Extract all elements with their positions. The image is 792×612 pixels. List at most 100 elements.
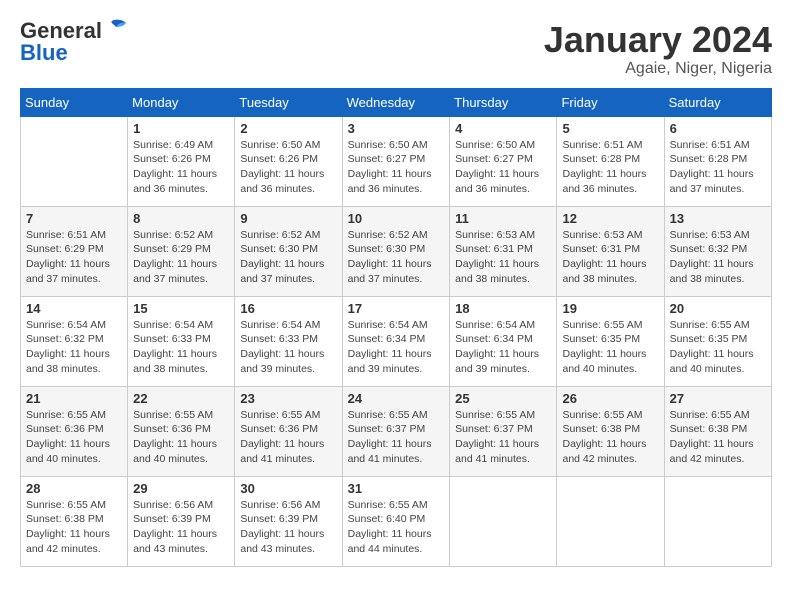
day-number: 1 [133, 121, 229, 136]
calendar-cell: 10Sunrise: 6:52 AMSunset: 6:30 PMDayligh… [342, 206, 450, 296]
day-info: Sunrise: 6:52 AMSunset: 6:30 PMDaylight:… [240, 228, 336, 287]
day-info: Sunrise: 6:55 AMSunset: 6:36 PMDaylight:… [133, 408, 229, 467]
calendar-cell: 30Sunrise: 6:56 AMSunset: 6:39 PMDayligh… [235, 476, 342, 566]
day-info: Sunrise: 6:53 AMSunset: 6:31 PMDaylight:… [455, 228, 551, 287]
calendar-week-row: 21 Sunrise: 6:55 AMSunset: 6:36 PMDayligh… [21, 386, 772, 476]
title-block: January 2024 Agaie, Niger, Nigeria [544, 20, 772, 78]
day-number: 10 [348, 211, 445, 226]
calendar-cell: 6 Sunrise: 6:51 AMSunset: 6:28 PMDaylight… [664, 116, 771, 206]
calendar-week-row: 28 Sunrise: 6:55 AMSunset: 6:38 PMDayligh… [21, 476, 772, 566]
calendar-cell: 28 Sunrise: 6:55 AMSunset: 6:38 PMDayligh… [21, 476, 128, 566]
calendar-cell: 22 Sunrise: 6:55 AMSunset: 6:36 PMDayligh… [128, 386, 235, 476]
calendar-cell [21, 116, 128, 206]
day-info: Sunrise: 6:54 AMSunset: 6:33 PMDaylight:… [133, 318, 229, 377]
day-info: Sunrise: 6:55 AMSunset: 6:37 PMDaylight:… [348, 408, 445, 467]
calendar-cell: 5 Sunrise: 6:51 AMSunset: 6:28 PMDaylight… [557, 116, 664, 206]
day-number: 3 [348, 121, 445, 136]
day-number: 31 [348, 481, 445, 496]
calendar-week-row: 7 Sunrise: 6:51 AMSunset: 6:29 PMDaylight… [21, 206, 772, 296]
day-info: Sunrise: 6:55 AMSunset: 6:40 PMDaylight:… [348, 498, 445, 557]
day-info: Sunrise: 6:56 AMSunset: 6:39 PMDaylight:… [133, 498, 229, 557]
calendar-cell: 27Sunrise: 6:55 AMSunset: 6:38 PMDayligh… [664, 386, 771, 476]
calendar-cell: 25 Sunrise: 6:55 AMSunset: 6:37 PMDayligh… [450, 386, 557, 476]
header-friday: Friday [557, 88, 664, 116]
calendar-cell: 23 Sunrise: 6:55 AMSunset: 6:36 PMDayligh… [235, 386, 342, 476]
calendar-cell: 3 Sunrise: 6:50 AMSunset: 6:27 PMDaylight… [342, 116, 450, 206]
day-number: 26 [562, 391, 658, 406]
day-number: 18 [455, 301, 551, 316]
day-info: Sunrise: 6:53 AMSunset: 6:32 PMDaylight:… [670, 228, 766, 287]
day-number: 7 [26, 211, 122, 226]
day-info: Sunrise: 6:54 AMSunset: 6:34 PMDaylight:… [455, 318, 551, 377]
day-info: Sunrise: 6:51 AMSunset: 6:29 PMDaylight:… [26, 228, 122, 287]
day-number: 23 [240, 391, 336, 406]
header-monday: Monday [128, 88, 235, 116]
day-info: Sunrise: 6:54 AMSunset: 6:34 PMDaylight:… [348, 318, 445, 377]
day-number: 4 [455, 121, 551, 136]
location-subtitle: Agaie, Niger, Nigeria [544, 60, 772, 78]
day-number: 14 [26, 301, 122, 316]
calendar-cell: 11 Sunrise: 6:53 AMSunset: 6:31 PMDayligh… [450, 206, 557, 296]
day-number: 25 [455, 391, 551, 406]
header-saturday: Saturday [664, 88, 771, 116]
logo-general-text: General [20, 20, 102, 42]
day-info: Sunrise: 6:53 AMSunset: 6:31 PMDaylight:… [562, 228, 658, 287]
day-info: Sunrise: 6:55 AMSunset: 6:35 PMDaylight:… [562, 318, 658, 377]
calendar-cell: 20Sunrise: 6:55 AMSunset: 6:35 PMDayligh… [664, 296, 771, 386]
day-info: Sunrise: 6:51 AMSunset: 6:28 PMDaylight:… [670, 138, 766, 197]
day-number: 2 [240, 121, 336, 136]
day-info: Sunrise: 6:55 AMSunset: 6:37 PMDaylight:… [455, 408, 551, 467]
header-wednesday: Wednesday [342, 88, 450, 116]
day-number: 29 [133, 481, 229, 496]
calendar-cell: 31 Sunrise: 6:55 AMSunset: 6:40 PMDayligh… [342, 476, 450, 566]
calendar-week-row: 1 Sunrise: 6:49 AMSunset: 6:26 PMDaylight… [21, 116, 772, 206]
header-tuesday: Tuesday [235, 88, 342, 116]
calendar-cell: 12Sunrise: 6:53 AMSunset: 6:31 PMDayligh… [557, 206, 664, 296]
day-info: Sunrise: 6:55 AMSunset: 6:36 PMDaylight:… [240, 408, 336, 467]
day-info: Sunrise: 6:54 AMSunset: 6:32 PMDaylight:… [26, 318, 122, 377]
calendar-cell: 17Sunrise: 6:54 AMSunset: 6:34 PMDayligh… [342, 296, 450, 386]
logo: General Blue [20, 20, 128, 64]
day-number: 22 [133, 391, 229, 406]
header-thursday: Thursday [450, 88, 557, 116]
day-info: Sunrise: 6:52 AMSunset: 6:29 PMDaylight:… [133, 228, 229, 287]
calendar-cell: 21 Sunrise: 6:55 AMSunset: 6:36 PMDayligh… [21, 386, 128, 476]
day-number: 27 [670, 391, 766, 406]
calendar-cell: 2Sunrise: 6:50 AMSunset: 6:26 PMDaylight… [235, 116, 342, 206]
day-number: 30 [240, 481, 336, 496]
calendar-cell: 13 Sunrise: 6:53 AMSunset: 6:32 PMDayligh… [664, 206, 771, 296]
calendar-cell: 15Sunrise: 6:54 AMSunset: 6:33 PMDayligh… [128, 296, 235, 386]
calendar-cell: 29 Sunrise: 6:56 AMSunset: 6:39 PMDayligh… [128, 476, 235, 566]
day-info: Sunrise: 6:49 AMSunset: 6:26 PMDaylight:… [133, 138, 229, 197]
day-number: 16 [240, 301, 336, 316]
calendar-cell: 7 Sunrise: 6:51 AMSunset: 6:29 PMDaylight… [21, 206, 128, 296]
calendar-cell: 16Sunrise: 6:54 AMSunset: 6:33 PMDayligh… [235, 296, 342, 386]
calendar-cell: 9 Sunrise: 6:52 AMSunset: 6:30 PMDaylight… [235, 206, 342, 296]
day-number: 21 [26, 391, 122, 406]
day-number: 5 [562, 121, 658, 136]
logo-blue-text: Blue [20, 42, 128, 64]
day-number: 6 [670, 121, 766, 136]
calendar-table: SundayMondayTuesdayWednesdayThursdayFrid… [20, 88, 772, 567]
day-info: Sunrise: 6:55 AMSunset: 6:38 PMDaylight:… [562, 408, 658, 467]
day-info: Sunrise: 6:55 AMSunset: 6:38 PMDaylight:… [26, 498, 122, 557]
day-number: 11 [455, 211, 551, 226]
day-number: 13 [670, 211, 766, 226]
day-number: 24 [348, 391, 445, 406]
calendar-cell: 19 Sunrise: 6:55 AMSunset: 6:35 PMDayligh… [557, 296, 664, 386]
day-info: Sunrise: 6:50 AMSunset: 6:27 PMDaylight:… [455, 138, 551, 197]
day-number: 19 [562, 301, 658, 316]
logo-bird-icon [104, 19, 128, 39]
day-info: Sunrise: 6:55 AMSunset: 6:36 PMDaylight:… [26, 408, 122, 467]
day-number: 28 [26, 481, 122, 496]
day-info: Sunrise: 6:50 AMSunset: 6:27 PMDaylight:… [348, 138, 445, 197]
day-info: Sunrise: 6:51 AMSunset: 6:28 PMDaylight:… [562, 138, 658, 197]
calendar-cell: 24 Sunrise: 6:55 AMSunset: 6:37 PMDayligh… [342, 386, 450, 476]
calendar-cell [450, 476, 557, 566]
page-header: General Blue January 2024 Agaie, Niger, … [20, 20, 772, 78]
day-number: 9 [240, 211, 336, 226]
calendar-cell: 18 Sunrise: 6:54 AMSunset: 6:34 PMDayligh… [450, 296, 557, 386]
calendar-cell: 4 Sunrise: 6:50 AMSunset: 6:27 PMDaylight… [450, 116, 557, 206]
calendar-cell: 8Sunrise: 6:52 AMSunset: 6:29 PMDaylight… [128, 206, 235, 296]
day-info: Sunrise: 6:55 AMSunset: 6:35 PMDaylight:… [670, 318, 766, 377]
